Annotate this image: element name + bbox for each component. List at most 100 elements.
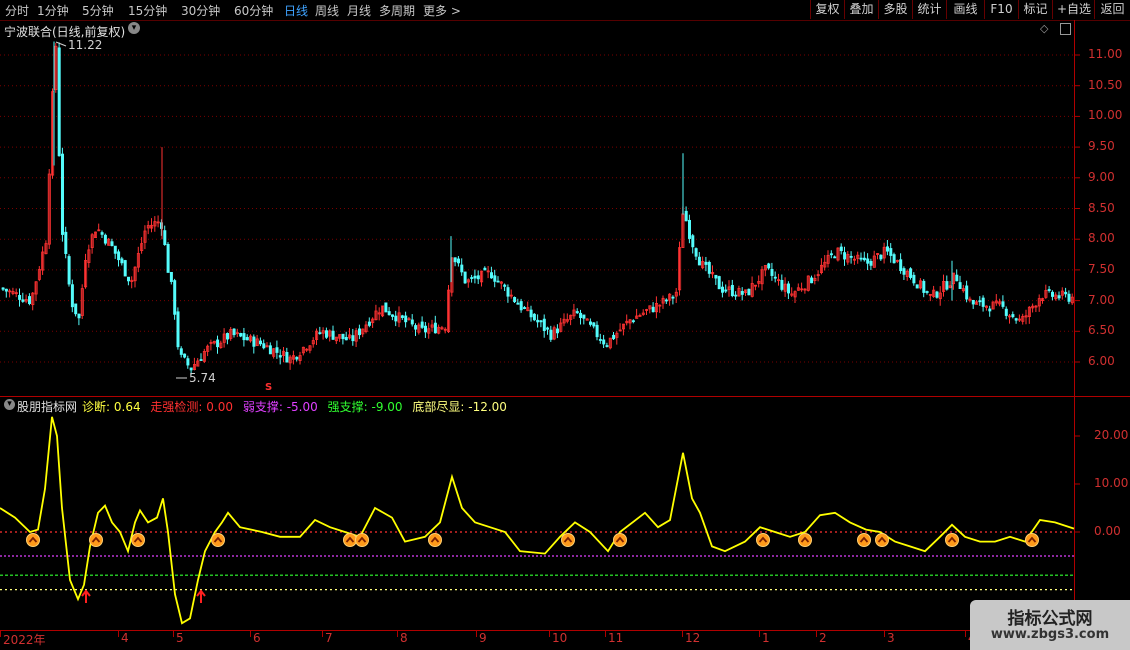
indicator-lines bbox=[0, 416, 1075, 625]
bullish-signal-icon bbox=[131, 533, 145, 547]
x-tick-label: 2 bbox=[819, 631, 827, 645]
candle-body bbox=[549, 329, 553, 340]
chevron-down-icon[interactable]: ▾ bbox=[128, 22, 140, 34]
candle-body bbox=[262, 343, 266, 349]
candle-body bbox=[595, 324, 599, 338]
x-tick-label: 4 bbox=[121, 631, 129, 645]
candle-body bbox=[423, 325, 427, 333]
candle-body bbox=[414, 325, 418, 330]
candle-body bbox=[1067, 293, 1071, 302]
diag-value: 0.64 bbox=[113, 400, 141, 414]
diamond-icon[interactable]: ◇ bbox=[1040, 22, 1048, 35]
candle-body bbox=[420, 321, 424, 328]
candle-body bbox=[546, 327, 550, 330]
candle-body bbox=[216, 339, 220, 348]
candle-body bbox=[542, 318, 546, 331]
candle-body bbox=[1004, 308, 1008, 316]
bullish-signal-icon bbox=[945, 533, 959, 547]
candle-body bbox=[390, 314, 394, 317]
price-tick-label: 6.00 bbox=[1088, 354, 1115, 368]
candle-body bbox=[496, 280, 500, 283]
bullish-signal-icon bbox=[343, 533, 357, 547]
candle-body bbox=[767, 263, 771, 269]
candle-body bbox=[598, 339, 602, 341]
candle-body bbox=[242, 333, 246, 341]
candle-body bbox=[740, 291, 744, 295]
candle-body bbox=[123, 260, 127, 277]
candle-body bbox=[532, 313, 536, 321]
x-tick-label: 5 bbox=[176, 631, 184, 645]
diagnosis-line bbox=[0, 416, 1075, 625]
candle-body bbox=[787, 283, 791, 294]
candle-body bbox=[394, 315, 398, 322]
candle-body bbox=[1011, 314, 1015, 318]
candle-body bbox=[404, 315, 408, 323]
candle-body bbox=[331, 330, 335, 340]
candle-body bbox=[909, 268, 913, 278]
candle-body bbox=[747, 288, 751, 296]
candle-body bbox=[483, 267, 487, 271]
candle-body bbox=[582, 314, 586, 319]
candle-body bbox=[833, 256, 837, 259]
bottom-label: 底部尽显: bbox=[412, 400, 465, 414]
x-tick-label: 7 bbox=[325, 631, 333, 645]
price-tick-label: 11.00 bbox=[1088, 47, 1123, 61]
candle-body bbox=[489, 272, 493, 279]
candle-body bbox=[176, 311, 180, 348]
candle-body bbox=[245, 337, 249, 341]
chart-canvas[interactable] bbox=[0, 0, 1130, 650]
strong-support-label: 强支撑: bbox=[327, 400, 368, 414]
candle-body bbox=[714, 274, 718, 279]
candle-body bbox=[579, 312, 583, 319]
candle-body bbox=[902, 268, 906, 275]
candle-body bbox=[127, 276, 131, 282]
candle-body bbox=[513, 297, 517, 303]
candle-body bbox=[965, 285, 969, 300]
candle-body bbox=[575, 311, 579, 314]
candle-body bbox=[470, 277, 474, 279]
candle-body bbox=[27, 296, 31, 304]
candle-body bbox=[516, 302, 520, 305]
candle-body bbox=[64, 231, 68, 254]
candle-body bbox=[721, 286, 725, 293]
candle-body bbox=[688, 219, 692, 239]
candle-body bbox=[859, 257, 863, 260]
candle-body bbox=[1057, 295, 1061, 299]
indicator-grid bbox=[0, 435, 1080, 591]
bullish-signal-icon bbox=[1025, 533, 1039, 547]
price-tick-label: 7.00 bbox=[1088, 292, 1115, 307]
candle-body bbox=[707, 261, 711, 274]
candle-body bbox=[536, 319, 540, 323]
candle-body bbox=[275, 347, 279, 353]
indicator-menu-icon[interactable]: ▾ bbox=[4, 399, 15, 410]
candle-body bbox=[925, 291, 929, 293]
candle-body bbox=[602, 339, 606, 345]
candle-body bbox=[433, 322, 437, 334]
candle-body bbox=[539, 320, 543, 323]
bullish-signal-icon bbox=[211, 533, 225, 547]
candle-body bbox=[67, 256, 71, 285]
candle-body bbox=[100, 232, 104, 235]
candle-body bbox=[179, 348, 183, 355]
bullish-signal-icon bbox=[798, 533, 812, 547]
candle-body bbox=[4, 288, 8, 292]
x-tick-label: 12 bbox=[685, 631, 701, 645]
candle-body bbox=[70, 284, 74, 308]
x-tick-label: 3 bbox=[887, 631, 895, 645]
candle-body bbox=[879, 254, 883, 260]
candle-body bbox=[295, 356, 299, 360]
candle-body bbox=[869, 261, 873, 266]
candle-body bbox=[232, 328, 236, 336]
candle-body bbox=[843, 252, 847, 260]
strength-label: 走强检测: bbox=[150, 400, 203, 414]
candle-body bbox=[278, 355, 282, 358]
candle-body bbox=[1014, 318, 1018, 321]
x-tick-label: 2022年 bbox=[3, 633, 46, 647]
candle-body bbox=[1051, 291, 1055, 297]
weak-support-value: -5.00 bbox=[286, 400, 318, 414]
indicator-name: 股朋指标网 bbox=[17, 400, 78, 414]
candle-body bbox=[912, 274, 916, 284]
candle-body bbox=[173, 280, 177, 315]
panel-toggle-icon[interactable] bbox=[1060, 23, 1071, 35]
candle-body bbox=[684, 210, 688, 222]
